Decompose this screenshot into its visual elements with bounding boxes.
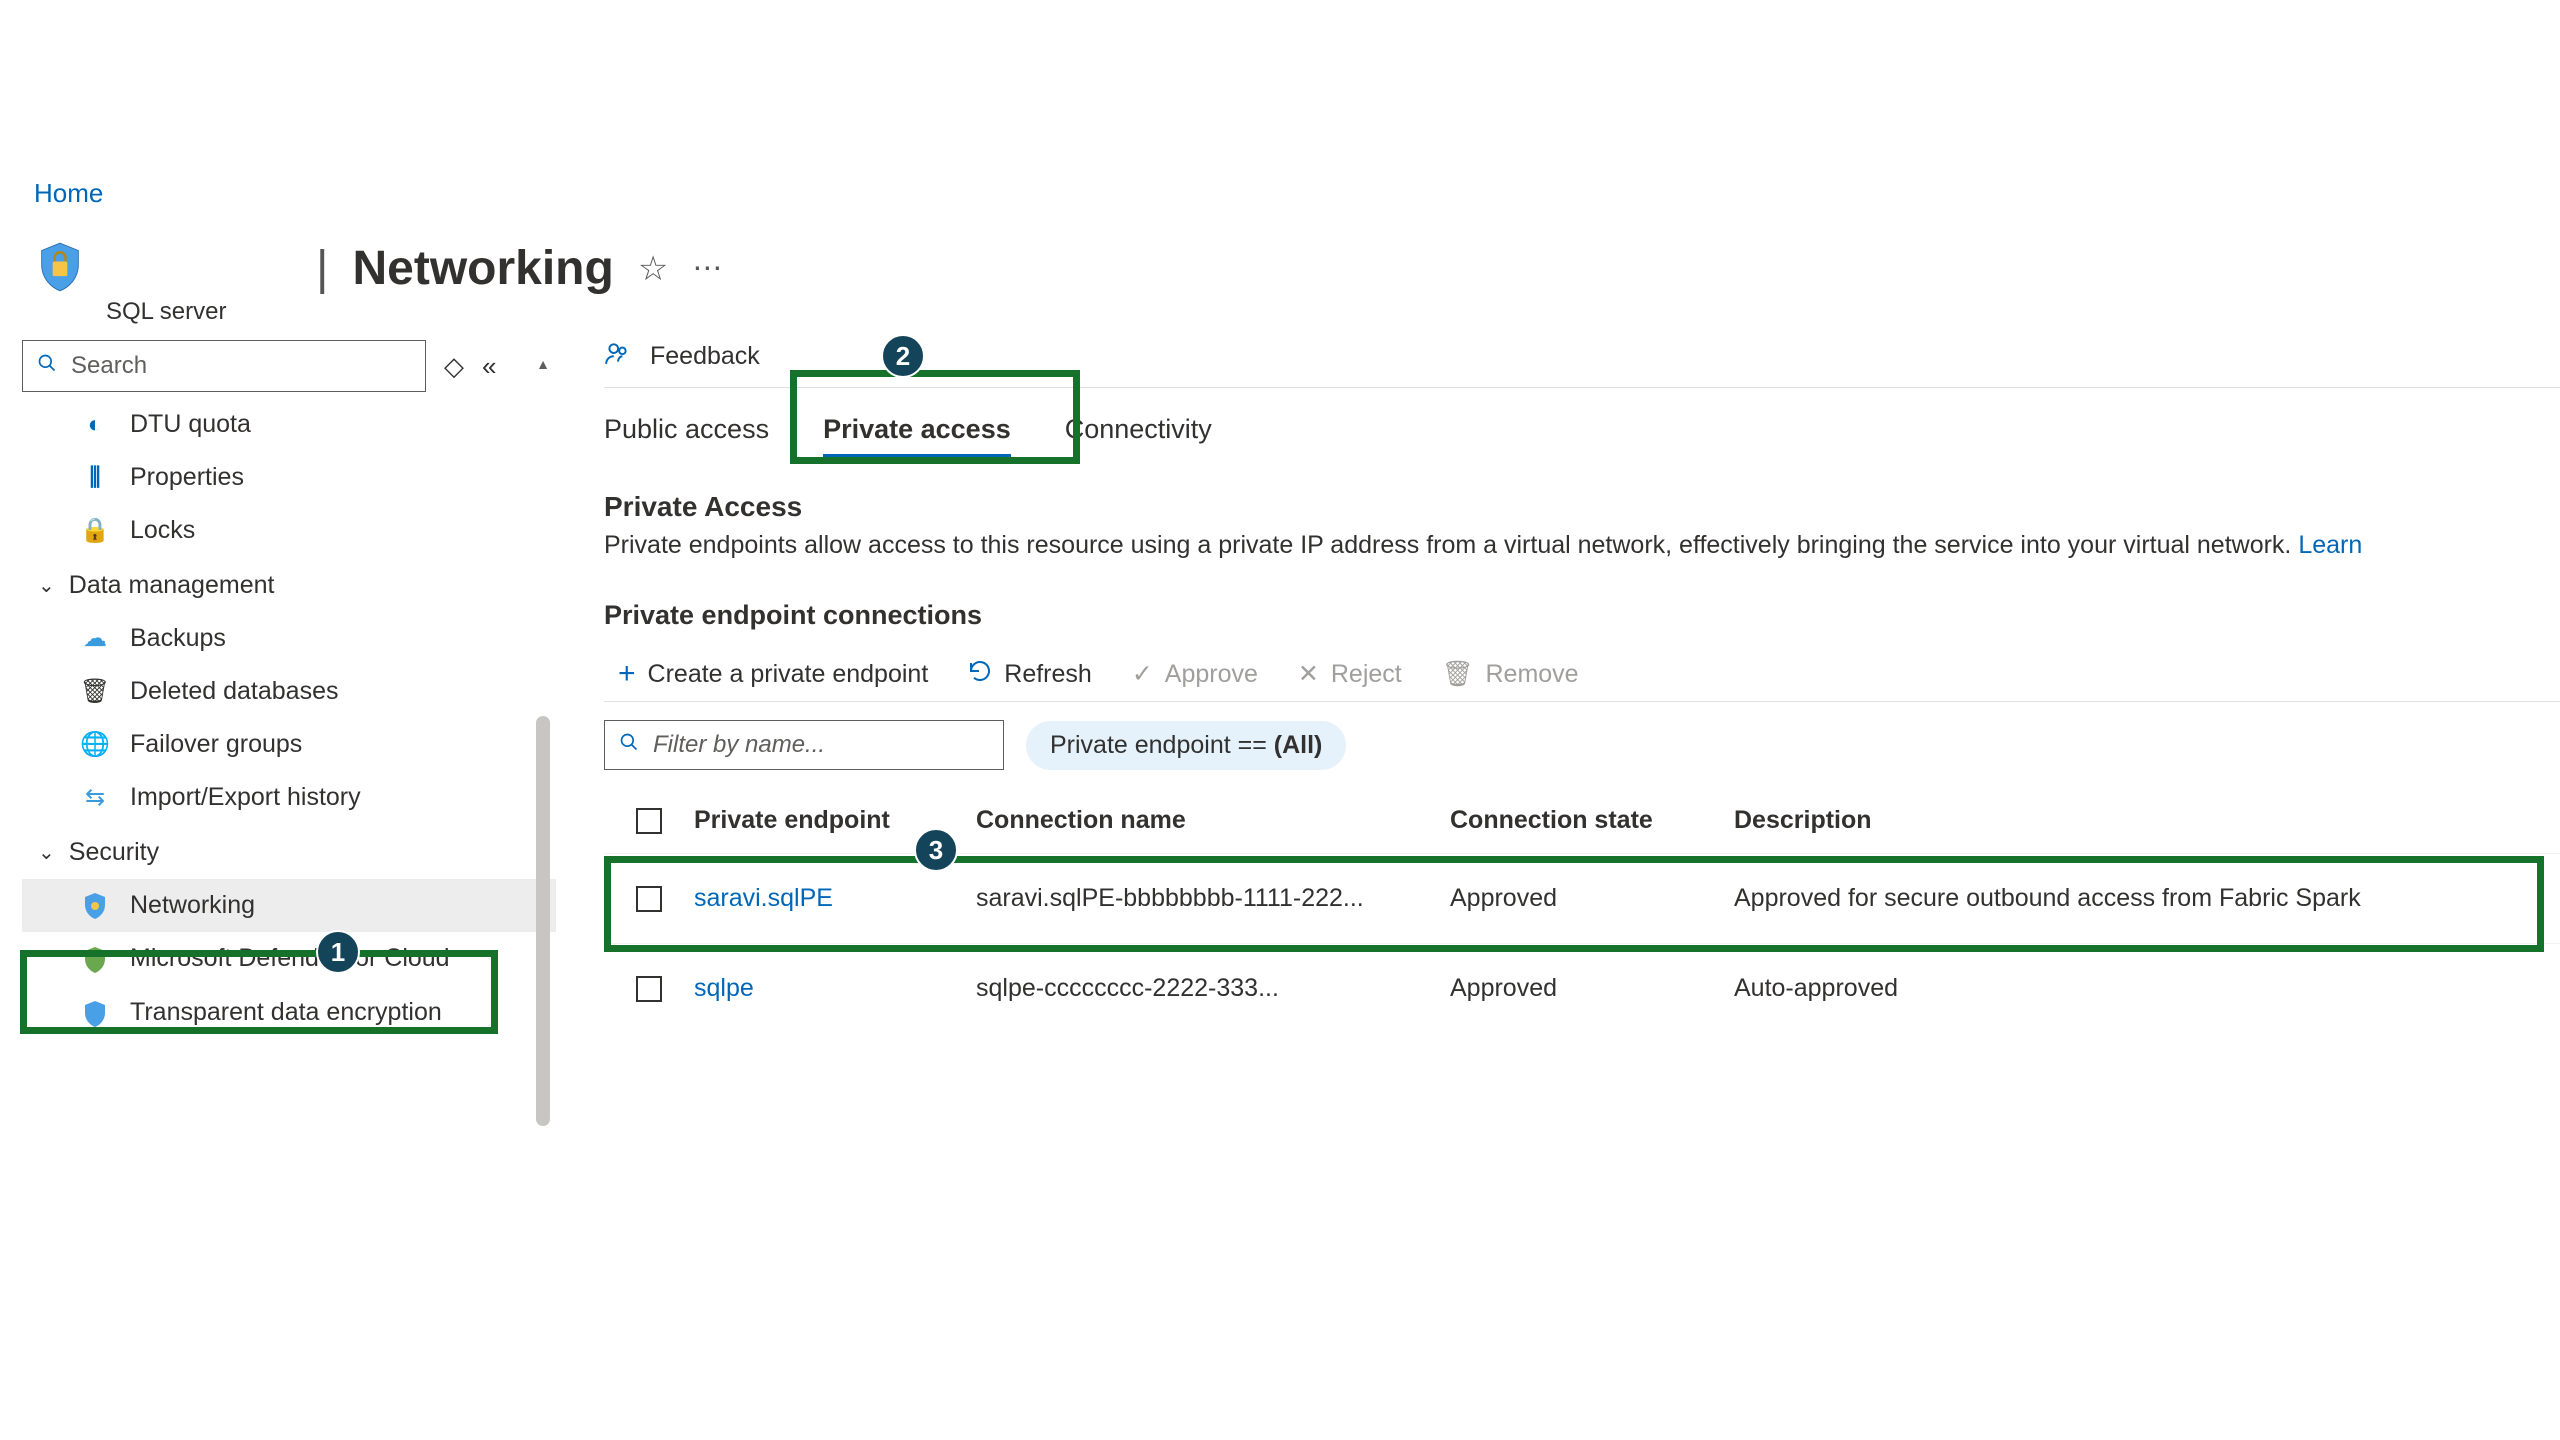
scrollbar-thumb[interactable] xyxy=(536,716,550,1126)
sidebar-nav: ◐ DTU quota ⫼ Properties 🔒 Locks ⌄ Data … xyxy=(22,398,556,1040)
filter-row: Private endpoint == (All) xyxy=(604,702,2560,776)
sidebar-item-locks[interactable]: 🔒 Locks xyxy=(22,504,556,557)
section-description: Private endpoints allow access to this r… xyxy=(604,531,2560,560)
private-endpoint-link[interactable]: sqlpe xyxy=(694,974,754,1002)
transfer-icon: ⇆ xyxy=(80,783,110,812)
shield-icon xyxy=(80,892,110,920)
resource-type-subtitle: SQL server xyxy=(106,298,723,326)
scroll-up-arrow-icon[interactable]: ▲ xyxy=(536,356,550,372)
callout-badge-3: 3 xyxy=(914,828,958,872)
favorite-star-icon[interactable]: ☆ xyxy=(638,249,668,289)
sidebar-item-networking[interactable]: Networking xyxy=(22,879,556,932)
trash-icon: 🗑 xyxy=(80,677,110,706)
collapse-sidebar-icon[interactable]: « xyxy=(482,351,496,382)
col-header-connection-state[interactable]: Connection state xyxy=(1450,806,1734,835)
main-content: Feedback Public access Private access Co… xyxy=(556,326,2560,1033)
learn-more-link[interactable]: Learn xyxy=(2298,531,2362,559)
cell-connection-name: sqlpe-cccccccc-2222-333... xyxy=(976,974,1450,1003)
globe-icon: 🌐 xyxy=(80,730,110,759)
search-icon xyxy=(619,731,639,759)
breadcrumb-home-link[interactable]: Home xyxy=(34,178,103,208)
callout-box-2 xyxy=(790,370,1080,464)
sidebar-item-label: Deleted databases xyxy=(130,677,338,706)
tab-connectivity[interactable]: Connectivity xyxy=(1065,414,1212,457)
feedback-button[interactable]: Feedback xyxy=(650,342,760,371)
sidebar-item-label: DTU quota xyxy=(130,410,251,439)
sidebar-item-label: Properties xyxy=(130,463,244,492)
col-header-description[interactable]: Description xyxy=(1734,806,2560,835)
remove-button[interactable]: 🗑 Remove xyxy=(1442,660,1579,689)
close-icon: ✕ xyxy=(1298,659,1319,689)
sidebar-item-label: Import/Export history xyxy=(130,783,361,812)
plus-icon: + xyxy=(618,657,636,691)
chevron-down-icon: ⌄ xyxy=(38,573,55,598)
callout-badge-1: 1 xyxy=(316,930,360,974)
sidebar-item-import-export[interactable]: ⇆ Import/Export history xyxy=(22,771,556,824)
col-header-connection-name[interactable]: Connection name xyxy=(976,806,1450,835)
callout-box-3 xyxy=(604,856,2544,952)
sidebar-scrollbar[interactable]: ▲ xyxy=(536,356,550,1186)
row-checkbox[interactable] xyxy=(636,976,662,1002)
properties-icon: ⫼ xyxy=(80,464,110,492)
sort-icon[interactable]: ◇ xyxy=(444,351,464,382)
sidebar-item-label: Backups xyxy=(130,624,226,653)
trash-icon: 🗑 xyxy=(1442,660,1474,689)
sidebar-item-backups[interactable]: ☁ Backups xyxy=(22,612,556,665)
chevron-down-icon: ⌄ xyxy=(38,840,55,865)
feedback-icon xyxy=(604,340,630,373)
section-title: Private Access xyxy=(604,491,2560,523)
actions-toolbar: + Create a private endpoint Refresh ✓ Ap… xyxy=(604,631,2560,702)
callout-badge-2: 2 xyxy=(881,334,925,378)
filter-by-name-input[interactable] xyxy=(604,720,1004,770)
sidebar-item-deleted-databases[interactable]: 🗑 Deleted databases xyxy=(22,665,556,718)
cell-description: Auto-approved xyxy=(1734,974,2560,1003)
title-separator: | xyxy=(316,241,328,296)
cloud-icon: ☁ xyxy=(80,624,110,653)
table-header-row: Private endpoint Connection name Connect… xyxy=(604,806,2560,853)
sidebar-item-dtu-quota[interactable]: ◐ DTU quota xyxy=(22,398,556,451)
search-icon xyxy=(37,352,57,380)
sidebar-section-data-management[interactable]: ⌄ Data management xyxy=(22,557,556,612)
select-all-checkbox[interactable] xyxy=(636,808,662,834)
page-header: | Networking ☆ ⋯ SQL server xyxy=(0,209,2560,326)
sidebar-item-properties[interactable]: ⫼ Properties xyxy=(22,451,556,504)
approve-button[interactable]: ✓ Approve xyxy=(1132,659,1258,689)
cell-connection-state: Approved xyxy=(1450,974,1734,1003)
lock-icon: 🔒 xyxy=(80,516,110,545)
reject-button[interactable]: ✕ Reject xyxy=(1298,659,1402,689)
sidebar-item-label: Failover groups xyxy=(130,730,302,759)
callout-box-1 xyxy=(20,950,498,1034)
table-row[interactable]: sqlpe sqlpe-cccccccc-2222-333... Approve… xyxy=(604,943,2560,1033)
refresh-icon xyxy=(968,659,992,690)
sidebar-item-label: Networking xyxy=(130,891,255,920)
sidebar-section-security[interactable]: ⌄ Security xyxy=(22,824,556,879)
tabs: Public access Private access Connectivit… xyxy=(604,388,2560,457)
more-actions-icon[interactable]: ⋯ xyxy=(692,251,723,286)
sql-server-icon xyxy=(34,241,86,293)
sidebar: ◇ « ◐ DTU quota ⫼ Properties 🔒 Locks ⌄ D… xyxy=(0,326,556,1040)
section-subtitle: Private endpoint connections xyxy=(604,600,2560,631)
sidebar-section-label: Security xyxy=(69,838,159,867)
sidebar-search-input[interactable] xyxy=(22,340,426,392)
endpoints-table: Private endpoint Connection name Connect… xyxy=(604,806,2560,1033)
create-private-endpoint-button[interactable]: + Create a private endpoint xyxy=(618,657,928,691)
check-icon: ✓ xyxy=(1132,659,1153,689)
tab-public-access[interactable]: Public access xyxy=(604,414,769,457)
sidebar-section-label: Data management xyxy=(69,571,275,600)
breadcrumb: Home xyxy=(0,0,2560,209)
filter-pill-private-endpoint[interactable]: Private endpoint == (All) xyxy=(1026,721,1346,770)
sidebar-item-label: Locks xyxy=(130,516,195,545)
refresh-button[interactable]: Refresh xyxy=(968,659,1092,690)
gauge-icon: ◐ xyxy=(80,411,110,439)
sidebar-item-failover-groups[interactable]: 🌐 Failover groups xyxy=(22,718,556,771)
page-title: Networking xyxy=(352,241,613,296)
